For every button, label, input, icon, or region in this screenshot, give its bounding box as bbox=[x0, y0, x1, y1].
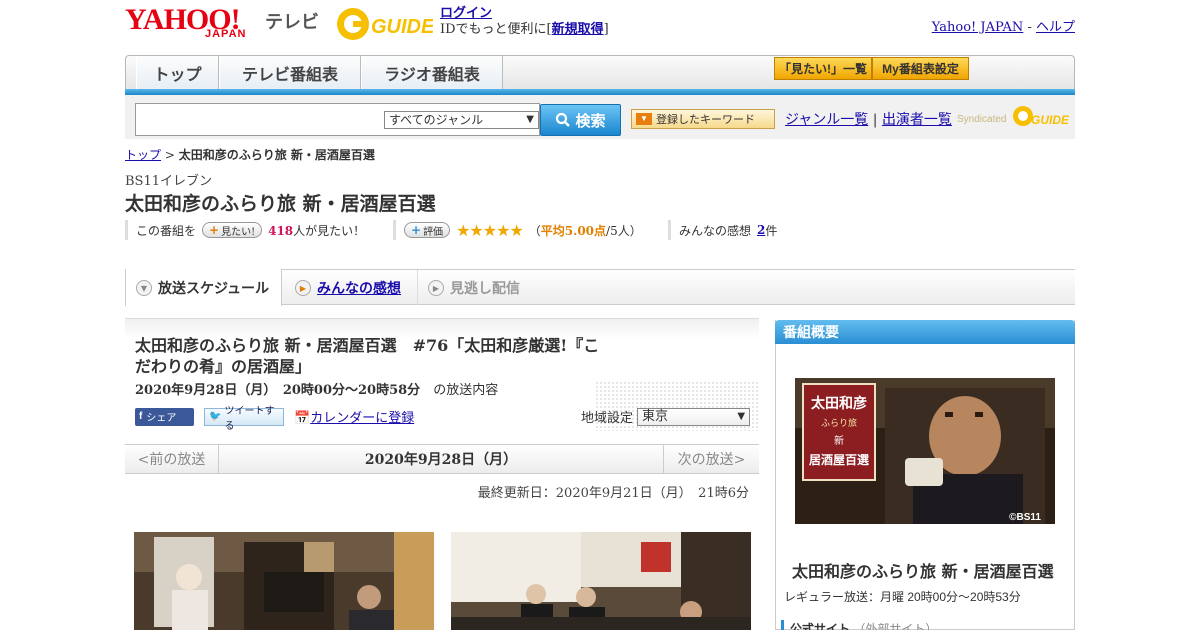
nav-tab-top[interactable]: トップ bbox=[136, 56, 219, 90]
chevron-down-icon: ▼ bbox=[526, 114, 534, 125]
svg-text:©BS11: ©BS11 bbox=[1009, 512, 1041, 523]
next-broadcast-button[interactable]: 次の放送> bbox=[663, 445, 759, 473]
svg-text:Syndicated: Syndicated bbox=[957, 114, 1006, 125]
svg-text:太田和彦: 太田和彦 bbox=[811, 395, 867, 412]
chevron-down-icon: ▼ bbox=[737, 410, 746, 422]
chevron-down-icon: ▼ bbox=[136, 279, 152, 296]
genre-select[interactable]: すべてのジャンル ▼ bbox=[384, 111, 539, 129]
nav-tab-tv-schedule[interactable]: テレビ番組表 bbox=[219, 56, 361, 90]
comments-label: みんなの感想 bbox=[679, 223, 752, 238]
comments-count-link[interactable]: 2 bbox=[757, 223, 765, 237]
rating-button[interactable]: + 評価 bbox=[404, 222, 451, 238]
header-separator: - bbox=[1023, 20, 1036, 35]
mitai-section: この番組を + 見たい! 418人が見たい！ bbox=[125, 220, 365, 240]
comments-suffix: 件 bbox=[765, 223, 778, 238]
play-icon: ▶ bbox=[428, 279, 444, 296]
current-broadcast-date: 2020年9月28日（月） bbox=[364, 452, 518, 468]
plus-icon: + bbox=[209, 223, 220, 237]
episode-photo-1 bbox=[134, 532, 434, 630]
breadcrumb: トップ > 太田和彦のふらり旅 新・居酒屋百選 bbox=[125, 146, 375, 163]
search-button[interactable]: 検索 bbox=[540, 104, 621, 136]
search-links-divider: | bbox=[872, 112, 878, 128]
calendar-register[interactable]: 📅カレンダーに登録 bbox=[294, 407, 414, 426]
svg-text:GUIDE: GUIDE bbox=[371, 16, 433, 38]
program-image: 太田和彦 ふらり旅 新 居酒屋百選 ©BS11 bbox=[795, 378, 1055, 524]
mitai-button[interactable]: + 見たい! bbox=[202, 222, 263, 238]
facebook-share-button[interactable]: f シェア bbox=[135, 407, 194, 426]
mitai-list-button[interactable]: 「見たい!」一覧 bbox=[774, 57, 872, 80]
performer-list-link[interactable]: 出演者一覧 bbox=[882, 112, 952, 128]
rating-stars: ★★★★★ bbox=[456, 220, 524, 240]
login-link[interactable]: ログイン bbox=[440, 6, 492, 21]
page-title: 太田和彦のふらり旅 新・居酒屋百選 bbox=[125, 193, 436, 215]
official-site-link[interactable]: 公式サイト （外部サイト） bbox=[781, 620, 937, 630]
play-icon: ▶ bbox=[295, 279, 311, 296]
login-box: ログイン IDでもっと便利に[新規取得] bbox=[440, 6, 609, 38]
share-row: f シェア 🐦 ツイートする 📅カレンダーに登録 bbox=[135, 406, 414, 432]
chevron-down-icon: ▼ bbox=[636, 113, 652, 125]
sidebar-header: 番組概要 bbox=[775, 320, 1075, 344]
last-updated: 最終更新日：2020年9月21日（月） 21時6分 bbox=[477, 486, 749, 501]
search-icon bbox=[556, 112, 571, 127]
episode-header: 太田和彦のふらり旅 新・居酒屋百選 #76「太田和彦厳選!『こだわりの肴』の居酒… bbox=[125, 318, 759, 438]
mitai-count-text: 418人が見たい！ bbox=[268, 223, 366, 238]
search-links: ジャンル一覧 | 出演者一覧 bbox=[785, 109, 952, 129]
program-meta: この番組を + 見たい! 418人が見たい！ + 評価 ★★★★★ （平均5.00点… bbox=[125, 220, 1075, 242]
tab-streaming[interactable]: ▶ 見逃し配信 bbox=[417, 270, 547, 305]
my-schedule-button[interactable]: My番組表設定 bbox=[872, 57, 969, 80]
tab-reviews[interactable]: ▶ みんなの感想 bbox=[285, 270, 415, 305]
help-link[interactable]: ヘルプ bbox=[1036, 20, 1075, 35]
calendar-icon: 📅 bbox=[294, 411, 311, 426]
register-link[interactable]: 新規取得 bbox=[552, 22, 604, 37]
header-links: Yahoo! JAPAN - ヘルプ bbox=[932, 16, 1075, 35]
genre-list-link[interactable]: ジャンル一覧 bbox=[785, 112, 868, 128]
episode-title: 太田和彦のふらり旅 新・居酒屋百選 #76「太田和彦厳選!『こだわりの肴』の居酒… bbox=[135, 336, 600, 376]
syndicated-gguide-logo: Syndicated GUIDE bbox=[957, 106, 1069, 127]
comments-section: みんなの感想 2 件 bbox=[668, 220, 777, 240]
program-overview-sidebar: 番組概要 太田和彦 ふらり旅 新 居酒屋百選 ©BS11 太田和彦のふらり旅 新… bbox=[775, 320, 1075, 630]
global-nav: トップ テレビ番組表 ラジオ番組表 「見たい!」一覧 My番組表設定 bbox=[125, 55, 1075, 93]
login-suffix: ] bbox=[603, 22, 609, 37]
japan-logo: JAPAN bbox=[205, 28, 247, 40]
svg-text:GUIDE: GUIDE bbox=[1031, 113, 1069, 127]
tab-schedule[interactable]: ▼ 放送スケジュール bbox=[125, 269, 282, 306]
yahoo-japan-link[interactable]: Yahoo! JAPAN bbox=[932, 20, 1024, 35]
plus-icon: + bbox=[411, 223, 422, 237]
search-area: すべてのジャンル ▼ 検索 ▼ 登録したキーワード ジャンル一覧 | 出演者一覧 S… bbox=[125, 95, 1075, 139]
registered-keyword-button[interactable]: ▼ 登録したキーワード bbox=[631, 109, 775, 129]
region-select[interactable]: 東京 ▼ bbox=[637, 407, 751, 426]
broadcast-pager: <前の放送 2020年9月28日（月） 次の放送> bbox=[125, 444, 759, 474]
gguide-logo[interactable]: GUIDE bbox=[335, 6, 433, 42]
twitter-bird-icon: 🐦 bbox=[209, 411, 222, 422]
breadcrumb-current: 太田和彦のふらり旅 新・居酒屋百選 bbox=[178, 148, 375, 162]
breadcrumb-separator: > bbox=[161, 148, 179, 162]
rating-summary: （平均5.00点/5人） bbox=[528, 223, 642, 238]
tv-logo[interactable]: テレビ bbox=[265, 8, 319, 34]
episode-photo-2 bbox=[451, 532, 751, 630]
login-prefix: IDでもっと便利に[ bbox=[440, 22, 552, 37]
region-label: 地域設定 bbox=[581, 411, 634, 426]
svg-text:ふらり旅: ふらり旅 bbox=[821, 417, 857, 429]
nav-tab-radio-schedule[interactable]: ラジオ番組表 bbox=[361, 56, 503, 90]
breadcrumb-home-link[interactable]: トップ bbox=[125, 148, 161, 162]
svg-text:居酒屋百選: 居酒屋百選 bbox=[809, 453, 869, 467]
regular-broadcast: レギュラー放送：月曜 20時00分～20時53分 bbox=[784, 590, 1021, 604]
sidebar-program-title: 太田和彦のふらり旅 新・居酒屋百選 bbox=[792, 562, 1054, 581]
episode-date: 2020年9月28日（月） 20時00分～20時58分 の放送内容 bbox=[135, 383, 499, 398]
svg-text:新: 新 bbox=[834, 434, 844, 447]
mitai-prefix: この番組を bbox=[136, 223, 197, 238]
rating-section: + 評価 ★★★★★ （平均5.00点/5人） bbox=[393, 220, 642, 240]
prev-broadcast-button[interactable]: <前の放送 bbox=[125, 445, 219, 473]
facebook-icon: f bbox=[139, 411, 143, 422]
channel-name: BS11イレブン bbox=[125, 174, 213, 189]
tweet-button[interactable]: 🐦 ツイートする bbox=[204, 406, 284, 432]
program-tabs: ▼ 放送スケジュール ▶ みんなの感想 ▶ 見逃し配信 bbox=[125, 269, 1075, 306]
region-setting: 地域設定 東京 ▼ bbox=[581, 407, 751, 426]
